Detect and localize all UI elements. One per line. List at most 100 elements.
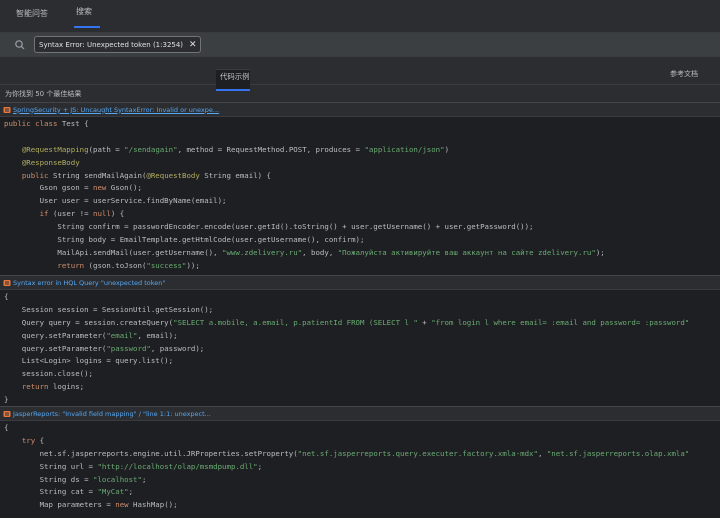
code-token: , body, xyxy=(302,247,338,257)
code-line: session.close(); xyxy=(4,368,720,381)
code-token: (gson.toJson( xyxy=(84,260,147,270)
code-token: @ResponseBody xyxy=(21,157,80,167)
code-line: String body = EmailTemplate.getHtmlCode(… xyxy=(4,234,720,247)
code-line: MailApi.sendMail(user.getUsername(), "ww… xyxy=(4,247,720,260)
code-line: public class Test { xyxy=(4,118,720,131)
result-title-link[interactable]: JasperReports: "Invalid field mapping" /… xyxy=(13,410,211,418)
code-token: Test { xyxy=(57,119,89,128)
top-tab-bar: 智能问答 搜索 xyxy=(0,0,720,28)
code-token: "password" xyxy=(106,343,151,353)
code-token: net.sf.jasperreports.engine.util.JRPrope… xyxy=(4,448,298,458)
search-query-text: Syntax Error: Unexpected token (1:3254) xyxy=(39,40,184,49)
code-token: new xyxy=(115,500,129,510)
code-token: )); xyxy=(186,260,200,270)
code-line: try { xyxy=(4,435,720,448)
code-token: String confirm = passwordEncoder.encode(… xyxy=(4,222,534,232)
tab-smart-qa[interactable]: 智能问答 xyxy=(14,8,56,28)
result-card: Syntax error in HQL Query "unexpected to… xyxy=(0,275,720,406)
code-token: String email) { xyxy=(199,170,272,180)
source-site-icon xyxy=(3,410,11,417)
code-token: } xyxy=(4,395,9,405)
code-token: return xyxy=(57,260,85,270)
code-token: "email" xyxy=(106,330,138,340)
result-card: SpringSecurity + JS: Uncaught SyntaxErro… xyxy=(0,102,720,275)
code-token: (path = xyxy=(88,144,125,154)
code-line: Gson gson = new Gson(); xyxy=(4,182,720,195)
code-token: User user = userService.findByName(email… xyxy=(4,196,227,206)
code-line: { xyxy=(4,422,720,435)
code-token: Session session = SessionUtil.getSession… xyxy=(4,304,214,314)
tab-search[interactable]: 搜索 xyxy=(74,6,100,28)
result-count: 为你找到 50 个最佳结果 xyxy=(5,89,82,98)
search-query-chip[interactable]: Syntax Error: Unexpected token (1:3254) … xyxy=(34,36,201,53)
code-token: query.setParameter( xyxy=(4,330,107,340)
code-token: { xyxy=(4,423,9,432)
code-token: "localhost" xyxy=(93,474,142,484)
code-token: if xyxy=(39,209,49,219)
code-token: List<Login> logins = query.list(); xyxy=(4,356,174,366)
code-line: Map parameters = new HashMap(); xyxy=(4,499,720,512)
code-token: String body = EmailTemplate.getHtmlCode(… xyxy=(4,235,365,245)
code-token: "success" xyxy=(146,260,187,270)
source-site-icon xyxy=(3,106,11,113)
code-token: new xyxy=(93,183,107,193)
code-token: String cat = xyxy=(4,487,98,497)
code-token: query.setParameter( xyxy=(4,343,107,353)
tab-reference-docs[interactable]: 参考文档 xyxy=(670,69,698,79)
code-token: "SELECT a.mobile, a.email, p.patientId F… xyxy=(173,317,418,327)
result-card-header: JasperReports: "Invalid field mapping" /… xyxy=(0,406,720,420)
code-token: (user != xyxy=(48,209,94,219)
result-card-header: Syntax error in HQL Query "unexpected to… xyxy=(0,275,720,289)
code-token: Gson gson = xyxy=(4,183,93,193)
code-token: , xyxy=(537,448,547,458)
code-line: } xyxy=(4,394,720,406)
code-line: @ResponseBody xyxy=(4,157,720,170)
code-token: public class xyxy=(4,119,58,128)
close-icon[interactable]: ✕ xyxy=(189,40,197,50)
result-title-link[interactable]: SpringSecurity + JS: Uncaught SyntaxErro… xyxy=(13,106,219,114)
code-line: return (gson.toJson("success")); xyxy=(4,260,720,273)
code-line: List<Login> logins = query.list(); xyxy=(4,355,720,368)
code-token: session.close(); xyxy=(4,369,93,379)
code-line: if (user != null) { xyxy=(4,208,720,221)
code-token: "/sendagain" xyxy=(124,144,178,154)
code-line: @RequestMapping(path = "/sendagain", met… xyxy=(4,144,720,157)
result-card: JasperReports: "Invalid field mapping" /… xyxy=(0,406,720,518)
code-token: "www.zdelivery.ru" xyxy=(222,247,303,257)
code-token: "net.sf.jasperreports.query.executer.fac… xyxy=(297,448,538,458)
code-token: ) xyxy=(444,144,450,154)
code-token: , method = RequestMethod.POST, produces … xyxy=(177,144,365,154)
code-line: query.setParameter("email", email); xyxy=(4,330,720,343)
code-token: ; xyxy=(141,474,147,484)
result-subtabs: 代码示例 参考文档 xyxy=(0,64,720,91)
code-line: public String sendMailAgain(@RequestBody… xyxy=(4,170,720,183)
code-token: String url = xyxy=(4,461,98,471)
code-snippet: { Session session = SessionUtil.getSessi… xyxy=(0,289,720,406)
code-token: "from login l where email= :email and pa… xyxy=(431,317,690,327)
code-token: String ds = xyxy=(4,474,93,484)
code-line: String confirm = passwordEncoder.encode(… xyxy=(4,221,720,234)
tab-code-examples[interactable]: 代码示例 xyxy=(216,69,250,91)
code-token: @RequestBody xyxy=(146,170,200,180)
code-token: { xyxy=(35,435,45,445)
code-token: "net.sf.jasperreports.olap.xmla" xyxy=(546,448,690,458)
search-icon xyxy=(15,39,25,49)
code-token: "http://localhost/olap/msmdpump.dll" xyxy=(97,461,258,471)
code-line: net.sf.jasperreports.engine.util.JRPrope… xyxy=(4,448,720,461)
result-card-header: SpringSecurity + JS: Uncaught SyntaxErro… xyxy=(0,102,720,116)
code-token: , email); xyxy=(137,330,178,340)
code-token: } xyxy=(4,274,44,275)
code-token: + xyxy=(417,317,432,327)
result-title-link[interactable]: Syntax error in HQL Query "unexpected to… xyxy=(13,279,165,287)
code-line: String cat = "MyCat"; xyxy=(4,486,720,499)
code-token: Query query = session.createQuery( xyxy=(4,317,174,327)
code-token: ) { xyxy=(110,209,125,219)
code-token: null xyxy=(93,209,111,219)
code-line: Query query = session.createQuery("SELEC… xyxy=(4,317,720,330)
